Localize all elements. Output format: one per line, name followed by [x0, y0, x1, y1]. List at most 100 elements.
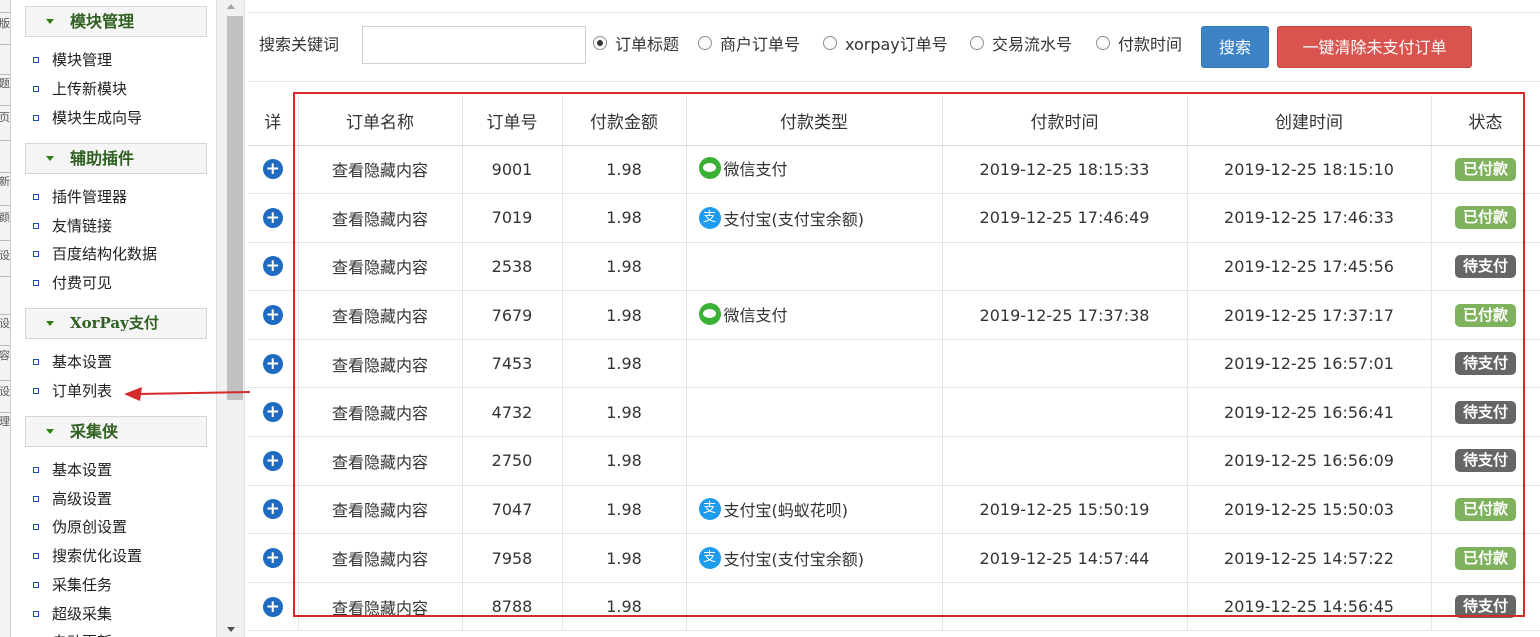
payment-type-cell: 支支付宝(蚂蚁花呗) [686, 485, 943, 535]
sidebar-group-header[interactable]: XorPay支付 [25, 308, 207, 339]
search-button[interactable]: 搜索 [1201, 26, 1269, 68]
bullet-square-icon [33, 251, 39, 257]
sidebar-scrollbar[interactable] [217, 0, 245, 637]
sidebar-item-label: 基本设置 [52, 353, 113, 371]
menu-divider [0, 380, 10, 381]
amount-cell: 1.98 [562, 193, 687, 243]
expand-plus-icon[interactable]: + [262, 256, 283, 277]
search-field-radio[interactable] [970, 36, 984, 50]
status-badge: 待支付 [1454, 449, 1516, 473]
caret-down-icon [46, 156, 54, 161]
order-number-cell: 7019 [462, 193, 563, 243]
expand-plus-icon[interactable]: + [262, 159, 283, 180]
payment-type: 支支付宝(支付宝余额) [698, 546, 864, 570]
left-collapsed-menu-strip: 版题页新颜设设容设理 [0, 0, 11, 637]
payment-time-cell: 2019-12-25 14:57:44 [942, 533, 1188, 583]
menu-divider [0, 105, 10, 106]
table-body: + 查看隐藏内容 9001 1.98 微信支付 2019-12-25 18:15:33 20… [248, 145, 1540, 632]
collapsed-menu-fragment[interactable]: 容 [0, 350, 11, 362]
scroll-down-arrow-icon[interactable] [227, 627, 235, 632]
clear-unpaid-orders-button[interactable]: 一键清除未支付订单 [1277, 26, 1472, 68]
expand-plus-icon[interactable]: + [262, 402, 283, 423]
menu-divider [0, 44, 10, 45]
search-field-radio-label[interactable]: 付款时间 [1118, 35, 1182, 55]
scrollbar-thumb[interactable] [227, 16, 243, 400]
sidebar-group-header[interactable]: 模块管理 [25, 6, 207, 37]
collapsed-menu-fragment[interactable]: 设 [0, 318, 11, 330]
main-content: 搜索关键词 订单标题 商户订单号 xorpay订单号 交易流水号 付款时间 搜索 一键清… [246, 0, 1540, 637]
payment-type-label: 支付宝(支付宝余额) [723, 209, 865, 229]
created-time-cell: 2019-12-25 17:37:17 [1187, 290, 1432, 340]
collapsed-menu-fragment[interactable]: 题 [0, 78, 11, 90]
payment-time-cell [942, 387, 1188, 438]
expand-plus-icon[interactable]: + [262, 353, 283, 374]
payment-type-cell [686, 582, 943, 632]
collapsed-menu-fragment[interactable]: 设 [0, 386, 11, 398]
payment-type-cell: 微信支付 [686, 290, 943, 340]
collapsed-menu-fragment[interactable]: 页 [0, 112, 11, 124]
column-header: 付款类型 [686, 96, 943, 146]
collapsed-menu-fragment[interactable]: 新 [0, 176, 11, 188]
search-field-radio[interactable] [1096, 36, 1110, 50]
search-field-radio[interactable] [823, 36, 837, 50]
wechat-pay-icon [698, 156, 721, 179]
collapsed-menu-fragment[interactable]: 理 [0, 416, 11, 428]
order-table: 详订单名称 订单号 付款金额 付款类型 付款时间 创建时间 状态 + 查看隐藏内容 9001 1.… [248, 96, 1540, 632]
alipay-icon: 支 [698, 547, 721, 570]
search-field-radio[interactable] [593, 36, 607, 50]
sidebar-group-title: XorPay支付 [70, 314, 159, 332]
sidebar-item-label: 伪原创设置 [52, 518, 128, 536]
bullet-square-icon [33, 115, 39, 121]
order-name-cell: 查看隐藏内容 [298, 339, 463, 389]
search-field-radio-label[interactable]: 商户订单号 [720, 35, 800, 55]
sidebar-item-label: 基本设置 [52, 461, 113, 479]
payment-type: 支支付宝(支付宝余额) [698, 206, 865, 230]
created-time-cell: 2019-12-25 16:56:41 [1187, 387, 1432, 438]
caret-down-icon [46, 19, 54, 24]
status-badge: 已付款 [1454, 303, 1516, 327]
expand-cell: + [248, 339, 299, 389]
sidebar-item-label: 插件管理器 [52, 188, 128, 206]
sidebar-item-label: 百度结构化数据 [52, 245, 158, 263]
table-row: + 查看隐藏内容 7958 1.98 支支付宝(支付宝余额) 2019-12-25 14:… [248, 533, 1540, 583]
order-number-cell: 7679 [462, 290, 563, 340]
created-time-cell: 2019-12-25 16:56:09 [1187, 436, 1432, 486]
status-cell: 已付款 [1431, 485, 1540, 535]
search-input[interactable] [362, 26, 586, 64]
sidebar-group-header[interactable]: 采集侠 [25, 416, 207, 447]
expand-plus-icon[interactable]: + [262, 499, 283, 520]
order-name-cell: 查看隐藏内容 [298, 582, 463, 632]
expand-cell: + [248, 290, 299, 340]
search-field-radio-label[interactable]: 交易流水号 [992, 35, 1072, 55]
amount-cell: 1.98 [562, 339, 687, 389]
collapsed-menu-fragment[interactable]: 版 [0, 18, 11, 30]
payment-type: 微信支付 [698, 156, 788, 180]
bullet-square-icon [33, 582, 39, 588]
expand-cell: + [248, 533, 299, 583]
search-field-radio[interactable] [698, 36, 712, 50]
created-time-cell: 2019-12-25 16:57:01 [1187, 339, 1432, 389]
expand-plus-icon[interactable]: + [262, 596, 283, 617]
caret-down-icon [46, 429, 54, 434]
expand-plus-icon[interactable]: + [262, 450, 283, 471]
alipay-icon: 支 [698, 498, 721, 521]
search-field-radio-label[interactable]: xorpay订单号 [845, 35, 948, 55]
bullet-square-icon [33, 280, 39, 286]
expand-cell: + [248, 242, 299, 292]
status-cell: 待支付 [1431, 436, 1540, 486]
collapsed-menu-fragment[interactable]: 设 [0, 250, 11, 262]
collapsed-menu-fragment[interactable]: 颜 [0, 212, 11, 224]
expand-plus-icon[interactable]: + [262, 548, 283, 569]
expand-plus-icon[interactable]: + [262, 305, 283, 326]
scroll-up-arrow-icon[interactable] [227, 4, 235, 9]
search-field-radio-label[interactable]: 订单标题 [615, 35, 679, 55]
sidebar-group-header[interactable]: 辅助插件 [25, 143, 207, 174]
search-keyword-label: 搜索关键词 [259, 35, 340, 54]
sidebar-item-label: 超级采集 [52, 605, 113, 623]
menu-divider [0, 240, 10, 241]
amount-cell: 1.98 [562, 387, 687, 438]
status-cell: 待支付 [1431, 339, 1540, 389]
expand-plus-icon[interactable]: + [262, 207, 283, 228]
sidebar-item-label: 友情链接 [52, 217, 113, 235]
search-bar: 搜索关键词 订单标题 商户订单号 xorpay订单号 交易流水号 付款时间 搜索 一键清… [248, 12, 1540, 82]
